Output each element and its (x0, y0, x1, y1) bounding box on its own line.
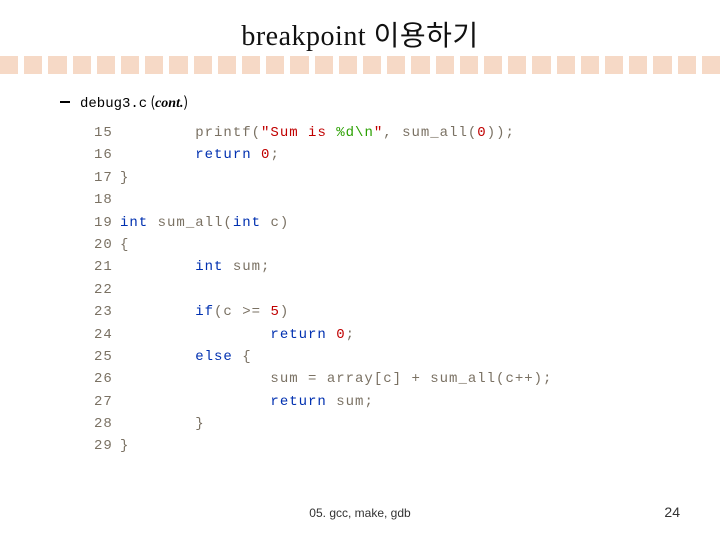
code-line: 22 (94, 279, 660, 301)
code-line: 17} (94, 167, 660, 189)
line-text: } (120, 413, 205, 435)
code-line: 26 sum = array[c] + sum_all(c++); (94, 368, 660, 390)
line-text: return 0; (120, 144, 280, 166)
slide: breakpoint 이용하기 debug3.c (cont.) 15 prin… (0, 0, 720, 540)
line-text: return 0; (120, 324, 355, 346)
line-text: int sum; (120, 256, 270, 278)
line-text: } (120, 167, 129, 189)
code-line: 20{ (94, 234, 660, 256)
line-number: 24 (94, 324, 120, 346)
footer-text: 05. gcc, make, gdb (0, 506, 720, 520)
line-number: 21 (94, 256, 120, 278)
content-area: debug3.c (cont.) 15 printf("Sum is %d\n"… (60, 92, 660, 458)
bullet-line: debug3.c (cont.) (60, 92, 660, 112)
line-number: 18 (94, 189, 120, 211)
line-number: 17 (94, 167, 120, 189)
code-line: 16 return 0; (94, 144, 660, 166)
line-number: 28 (94, 413, 120, 435)
paren-close: ) (183, 92, 188, 112)
accent-band (0, 56, 720, 74)
line-number: 20 (94, 234, 120, 256)
code-line: 18 (94, 189, 660, 211)
line-text: printf("Sum is %d\n", sum_all(0)); (120, 122, 515, 144)
filename: debug3.c (80, 96, 147, 112)
line-number: 25 (94, 346, 120, 368)
code-line: 25 else { (94, 346, 660, 368)
line-number: 29 (94, 435, 120, 457)
line-number: 22 (94, 279, 120, 301)
line-text: else { (120, 346, 252, 368)
line-number: 23 (94, 301, 120, 323)
line-number: 15 (94, 122, 120, 144)
line-text: if(c >= 5) (120, 301, 289, 323)
code-line: 21 int sum; (94, 256, 660, 278)
code-line: 24 return 0; (94, 324, 660, 346)
slide-title: breakpoint 이용하기 (0, 14, 720, 54)
code-line: 27 return sum; (94, 391, 660, 413)
code-line: 28 } (94, 413, 660, 435)
code-block: 15 printf("Sum is %d\n", sum_all(0));16 … (94, 122, 660, 458)
line-number: 26 (94, 368, 120, 390)
line-text: { (120, 234, 129, 256)
cont-note: cont. (155, 96, 183, 111)
line-text: return sum; (120, 391, 374, 413)
line-number: 16 (94, 144, 120, 166)
line-text: sum = array[c] + sum_all(c++); (120, 368, 552, 390)
code-line: 29} (94, 435, 660, 457)
page-number: 24 (664, 504, 680, 520)
line-text: int sum_all(int c) (120, 212, 289, 234)
code-line: 15 printf("Sum is %d\n", sum_all(0)); (94, 122, 660, 144)
dash-icon (60, 101, 70, 103)
code-line: 19int sum_all(int c) (94, 212, 660, 234)
line-number: 27 (94, 391, 120, 413)
line-number: 19 (94, 212, 120, 234)
line-text: } (120, 435, 129, 457)
code-line: 23 if(c >= 5) (94, 301, 660, 323)
